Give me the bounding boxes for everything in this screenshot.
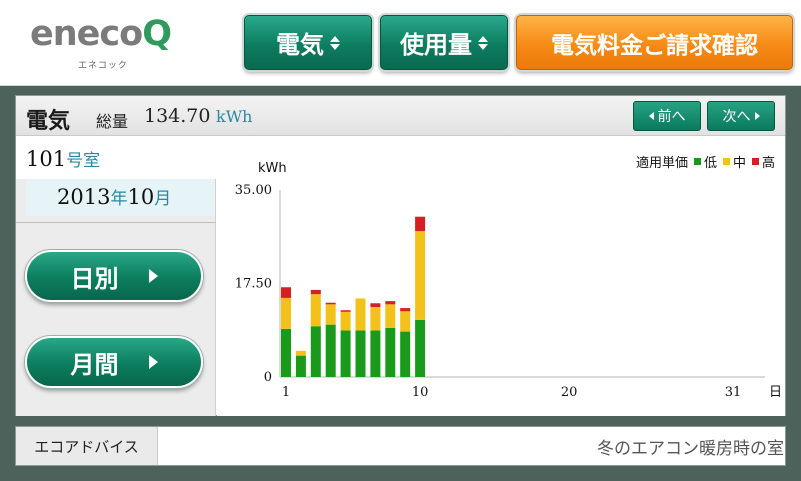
usage-panel: 電気 総量 134.70 kWh 前へ 次へ 101号室 2013年10月 日別 <box>15 95 786 416</box>
room-number-value: 101 <box>26 147 67 171</box>
x-tick-label: 20 <box>561 385 578 400</box>
bar-segment-high <box>370 303 381 308</box>
monthly-view-button[interactable]: 月間 <box>25 336 203 388</box>
logo-q: Q <box>142 14 172 54</box>
bar-segment-mid <box>355 298 366 331</box>
bar-segment-mid <box>340 311 351 331</box>
bar-segment-high <box>325 302 336 305</box>
bar-segment-low <box>310 326 321 377</box>
legend-swatch-mid <box>722 158 730 165</box>
bar-segment-mid <box>295 350 306 356</box>
eco-advice-label: エコアドバイス <box>16 427 158 465</box>
prev-label: 前へ <box>657 109 686 125</box>
eco-advice-bar: エコアドバイス 冬のエアコン暖房時の室 <box>15 426 786 466</box>
sort-arrows-icon <box>478 35 488 50</box>
electricity-menu-button[interactable]: 電気 <box>244 15 372 70</box>
legend-swatch-high <box>751 158 759 165</box>
sort-arrows-icon <box>330 35 340 50</box>
logo-kana: エネコック <box>78 61 128 71</box>
billing-confirm-label: 電気料金ご請求確認 <box>551 32 758 59</box>
bar-segment-high <box>385 301 396 305</box>
usage-chart-area: 適用単価 低 中 高 kWh 0 17.50 35.00 1 10 20 31 日 <box>217 137 785 416</box>
monthly-view-label: 月間 <box>70 350 119 379</box>
bar-segment-low <box>340 330 351 377</box>
y-axis-label: kWh <box>258 161 287 176</box>
period-year-unit: 年 <box>110 189 128 209</box>
bar-segment-high <box>310 289 321 295</box>
bar-segment-mid <box>281 297 291 329</box>
bar-segment-mid <box>310 294 321 327</box>
bar-segment-low <box>325 324 336 377</box>
panel-title: 電気 <box>26 109 71 134</box>
bar-segment-high <box>281 287 291 298</box>
prev-button[interactable]: 前へ <box>633 101 701 131</box>
bar-segment-mid <box>415 231 426 320</box>
bar-segment-low <box>281 328 291 377</box>
room-suffix: 号室 <box>66 151 101 171</box>
total-unit: kWh <box>216 107 253 126</box>
bar-segment-low <box>355 330 366 377</box>
x-axis-label: 日 <box>769 385 782 400</box>
sidebar: 101号室 2013年10月 日別 月間 <box>16 137 216 416</box>
logo-text: eneco <box>30 14 143 54</box>
daily-view-button[interactable]: 日別 <box>25 250 203 302</box>
total-value: 134.70 <box>144 105 211 127</box>
bar-segment-low <box>400 331 411 377</box>
eco-advice-text[interactable]: 冬のエアコン暖房時の室 <box>176 427 784 465</box>
bar-segment-mid <box>385 304 396 328</box>
sidebar-divider <box>16 222 216 223</box>
bar-segment-low <box>415 319 426 377</box>
enecoq-logo[interactable]: enecoQ エネコック <box>30 14 180 74</box>
period-display: 2013年10月 <box>57 184 171 209</box>
legend-low: 低 <box>703 156 717 171</box>
bar-segment-low <box>295 355 306 377</box>
bar-segment-high <box>400 308 411 312</box>
chart-legend: 適用単価 低 中 高 <box>636 152 775 171</box>
usage-bar-chart: kWh 0 17.50 35.00 1 10 20 31 日 <box>235 161 782 400</box>
electricity-menu-label: 電気 <box>276 31 324 59</box>
bar-segment-low <box>385 327 396 377</box>
app-header: enecoQ エネコック 電気 使用量 電気料金ご請求確認 <box>0 0 801 86</box>
panel-header: 電気 総量 134.70 kWh 前へ 次へ <box>16 96 785 136</box>
play-arrow-icon <box>148 269 158 283</box>
bar-segment-mid <box>370 307 381 331</box>
bar-segment-high <box>340 310 351 312</box>
legend-high: 高 <box>761 156 775 171</box>
daily-view-label: 日別 <box>70 264 119 293</box>
period-box: 2013年10月 <box>26 179 215 216</box>
logo-wordmark: enecoQ <box>30 14 172 54</box>
billing-confirm-button[interactable]: 電気料金ご請求確認 <box>516 15 793 70</box>
bar-segment-high <box>415 216 426 232</box>
next-button[interactable]: 次へ <box>707 101 775 131</box>
period-month-unit: 月 <box>154 189 172 209</box>
x-tick-label: 31 <box>725 385 742 400</box>
room-box: 101号室 <box>16 137 216 179</box>
y-tick-label: 35.00 <box>235 183 272 198</box>
room-number: 101号室 <box>26 146 100 171</box>
y-tick-label: 0 <box>264 370 272 385</box>
total-label: 総量 <box>96 112 129 131</box>
play-arrow-icon <box>148 355 158 369</box>
next-label: 次へ <box>722 109 751 125</box>
chevron-left-icon <box>648 112 654 120</box>
x-tick-label: 1 <box>282 385 290 400</box>
bar-segment-low <box>370 330 381 377</box>
legend-mid: 中 <box>732 156 746 171</box>
y-tick-label: 17.50 <box>235 277 272 292</box>
bar-segment-mid <box>325 304 336 325</box>
period-month: 10 <box>127 185 155 209</box>
x-tick-label: 10 <box>412 385 429 400</box>
bar-segment-mid <box>400 311 411 332</box>
usage-menu-button[interactable]: 使用量 <box>380 15 508 70</box>
legend-title: 適用単価 <box>635 156 688 171</box>
legend-swatch-low <box>693 158 701 165</box>
period-year: 2013 <box>57 185 111 209</box>
chevron-right-icon <box>754 112 760 120</box>
usage-menu-label: 使用量 <box>400 31 472 59</box>
